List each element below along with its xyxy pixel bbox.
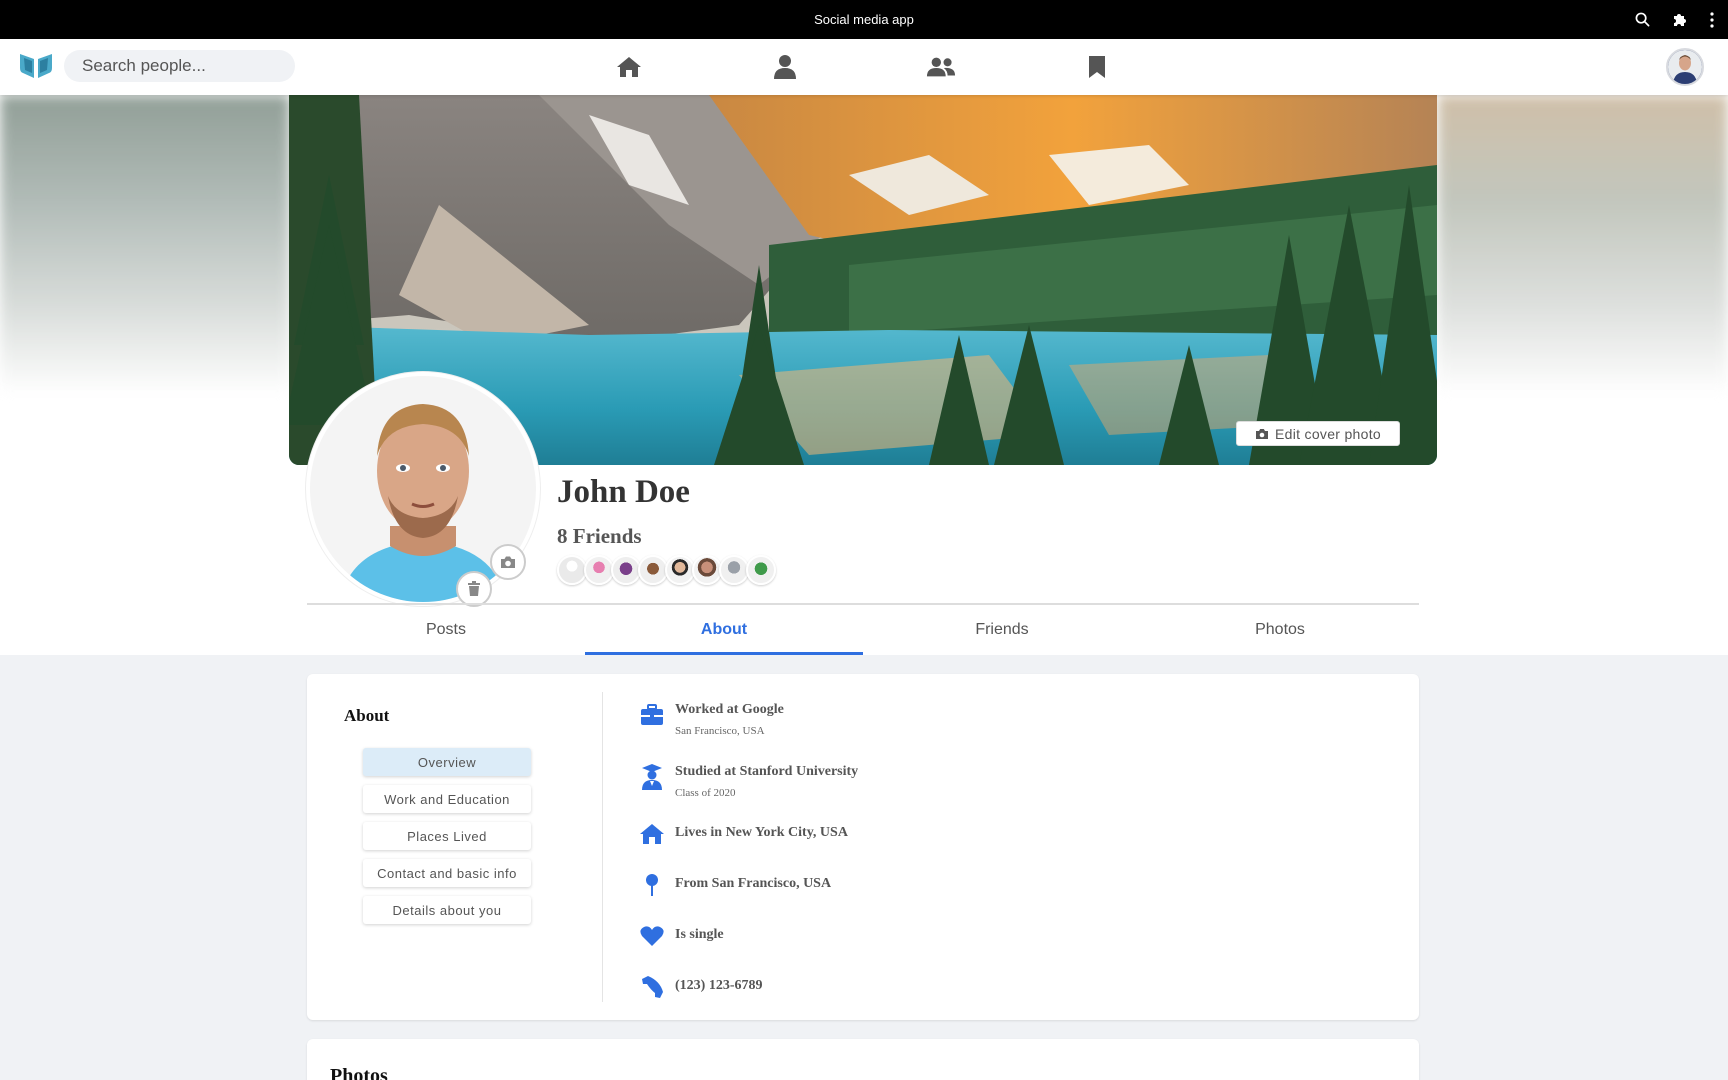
about-nav: Overview Work and Education Places Lived…	[363, 748, 531, 933]
lives-detail: Lives in New York City, USA	[639, 821, 1339, 847]
cover-blur-left	[0, 95, 290, 395]
search-input[interactable]	[64, 50, 295, 82]
window-title: Social media app	[814, 12, 914, 27]
education-title: Studied at Stanford University	[675, 764, 859, 779]
app-logo-icon[interactable]	[18, 51, 54, 81]
phone-detail: (123) 123-6789	[639, 974, 1339, 1000]
photos-card: Photos	[307, 1039, 1419, 1080]
friends-icon[interactable]	[926, 53, 956, 81]
about-nav-overview[interactable]: Overview	[363, 748, 531, 776]
search-icon[interactable]	[1635, 12, 1650, 27]
cover-blur-right	[1438, 95, 1728, 395]
relationship-detail: Is single	[639, 923, 1339, 949]
friend-avatar[interactable]	[584, 555, 614, 585]
tab-about[interactable]: About	[585, 605, 863, 655]
from-title: From San Francisco, USA	[675, 876, 832, 891]
change-profile-photo-button[interactable]	[490, 544, 526, 580]
lives-title: Lives in New York City, USA	[675, 825, 848, 840]
phone-title: (123) 123-6789	[675, 978, 763, 993]
about-divider	[602, 692, 603, 1002]
profile-icon[interactable]	[770, 53, 800, 81]
about-nav-details[interactable]: Details about you	[363, 896, 531, 924]
friend-avatar[interactable]	[611, 555, 641, 585]
bookmark-icon[interactable]	[1082, 53, 1112, 81]
profile-tabs: Posts About Friends Photos	[307, 605, 1419, 655]
delete-profile-photo-button[interactable]	[456, 571, 492, 607]
trash-icon	[468, 581, 480, 596]
heart-icon	[639, 923, 665, 949]
about-nav-contact-info[interactable]: Contact and basic info	[363, 859, 531, 887]
friend-avatar[interactable]	[557, 555, 587, 585]
camera-icon	[501, 556, 515, 568]
photos-title: Photos	[330, 1065, 388, 1080]
profile-name: John Doe	[557, 474, 690, 510]
more-menu-icon[interactable]	[1710, 11, 1714, 28]
tab-photos[interactable]: Photos	[1141, 605, 1419, 655]
from-detail: From San Francisco, USA	[639, 872, 1339, 898]
briefcase-icon	[639, 702, 665, 728]
about-nav-places-lived[interactable]: Places Lived	[363, 822, 531, 850]
friend-avatar[interactable]	[665, 555, 695, 585]
education-detail: Studied at Stanford University Class of 2…	[639, 764, 1339, 799]
about-card: About Overview Work and Education Places…	[307, 674, 1419, 1020]
work-detail: Worked at Google San Francisco, USA	[639, 702, 1339, 737]
home-icon	[639, 821, 665, 847]
about-nav-work-education[interactable]: Work and Education	[363, 785, 531, 813]
phone-icon	[639, 974, 665, 1000]
friend-avatars	[557, 555, 776, 585]
graduate-icon	[639, 764, 665, 790]
puzzle-extension-icon[interactable]	[1672, 12, 1688, 28]
window-title-bar: Social media app	[0, 0, 1728, 39]
tab-friends[interactable]: Friends	[863, 605, 1141, 655]
user-avatar[interactable]	[1666, 48, 1704, 86]
work-title: Worked at Google	[675, 702, 784, 717]
app-navbar	[0, 39, 1728, 95]
edit-cover-photo-label: Edit cover photo	[1275, 425, 1381, 442]
friends-count[interactable]: 8 Friends	[557, 524, 642, 549]
friend-avatar[interactable]	[638, 555, 668, 585]
tab-posts[interactable]: Posts	[307, 605, 585, 655]
home-icon[interactable]	[614, 53, 644, 81]
camera-icon	[1256, 428, 1268, 439]
work-subtitle: San Francisco, USA	[675, 725, 765, 737]
edit-cover-photo-button[interactable]: Edit cover photo	[1236, 421, 1400, 446]
about-title: About	[344, 706, 390, 725]
friend-avatar[interactable]	[719, 555, 749, 585]
friend-avatar[interactable]	[746, 555, 776, 585]
friend-avatar[interactable]	[692, 555, 722, 585]
education-subtitle: Class of 2020	[675, 787, 736, 799]
map-pin-icon	[639, 872, 665, 898]
relationship-title: Is single	[675, 927, 724, 942]
